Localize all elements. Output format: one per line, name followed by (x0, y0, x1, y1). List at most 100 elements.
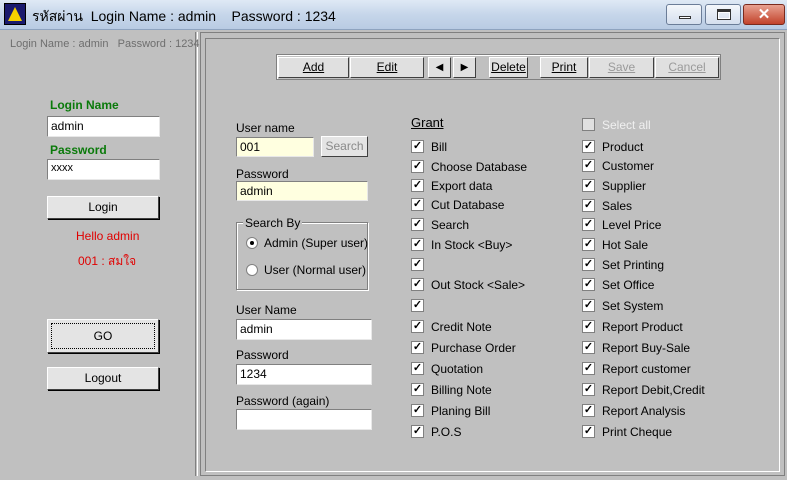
password-label: Password (50, 143, 107, 157)
window-title: รหัสผ่าน Login Name : admin Password : 1… (32, 8, 336, 24)
grant-right-label-3: Sales (602, 199, 633, 213)
grant-left-checkbox-2[interactable]: ✓ (411, 179, 424, 192)
grant-right-label-6: Set Printing (602, 258, 665, 272)
grant-right-checkbox-12[interactable]: ✓ (582, 383, 595, 396)
delete-button[interactable]: Delete (489, 57, 528, 78)
grant-left-checkbox-4[interactable]: ✓ (411, 218, 424, 231)
grant-right-checkbox-14[interactable]: ✓ (582, 425, 595, 438)
grant-right-checkbox-10[interactable]: ✓ (582, 341, 595, 354)
grant-left-checkbox-7[interactable]: ✓ (411, 278, 424, 291)
save-button-label: Save (607, 60, 636, 74)
user-name-label: User name (236, 121, 295, 135)
grant-right-checkbox-4[interactable]: ✓ (582, 218, 595, 231)
edit-button-label: Edit (376, 60, 398, 74)
grant-right-checkbox-7[interactable]: ✓ (582, 278, 595, 291)
grant-left-checkbox-0[interactable]: ✓ (411, 140, 424, 153)
grant-right-label-7: Set Office (602, 278, 655, 292)
radio-admin[interactable] (246, 237, 258, 249)
grant-right-label-5: Hot Sale (602, 238, 649, 252)
password-input[interactable]: xxxx (47, 159, 160, 180)
grant-right-checkbox-6[interactable]: ✓ (582, 258, 595, 271)
current-user-text: 001 : สมใจ (78, 254, 137, 268)
cancel-button[interactable]: Cancel (655, 57, 719, 78)
search-by-group (236, 222, 368, 290)
password-again-input[interactable] (236, 409, 372, 430)
go-button[interactable]: GO (47, 319, 159, 353)
grant-right-checkbox-5[interactable]: ✓ (582, 238, 595, 251)
grant-left-label-4: Search (431, 218, 470, 232)
add-button[interactable]: Add (278, 57, 349, 78)
arrow-left-icon: ◀ (435, 62, 444, 73)
grant-left-checkbox-3[interactable]: ✓ (411, 198, 424, 211)
grant-left-checkbox-12[interactable]: ✓ (411, 383, 424, 396)
delete-button-label: Delete (491, 60, 526, 74)
save-button[interactable]: Save (589, 57, 654, 78)
grant-right-label-10: Report Buy-Sale (602, 341, 691, 355)
grant-left-label-9: Credit Note (431, 320, 492, 334)
password2-input[interactable]: 1234 (236, 364, 372, 385)
add-button-label: Add (302, 60, 325, 74)
grant-right-checkbox-2[interactable]: ✓ (582, 179, 595, 192)
grant-left-checkbox-9[interactable]: ✓ (411, 320, 424, 333)
user-name-input[interactable]: 001 (236, 137, 314, 157)
left-header-status: Login Name : admin Password : 1234 (10, 38, 200, 50)
grant-right-checkbox-1[interactable]: ✓ (582, 159, 595, 172)
radio-admin-label: Admin (Super user) (264, 236, 369, 250)
hello-message: Hello admin (76, 229, 140, 243)
previous-record-button[interactable]: ◀ (428, 57, 451, 78)
login-name-input[interactable]: admin (47, 116, 160, 137)
grant-right-label-14: Print Cheque (602, 425, 673, 439)
print-button[interactable]: Print (540, 57, 588, 78)
grant-left-label-7: Out Stock <Sale> (431, 278, 526, 292)
edit-button[interactable]: Edit (350, 57, 424, 78)
grant-left-checkbox-13[interactable]: ✓ (411, 404, 424, 417)
search-by-title: Search By (243, 216, 303, 230)
print-button-label: Print (551, 60, 577, 74)
grant-left-label-5: In Stock <Buy> (431, 238, 513, 252)
user-name2-input[interactable]: admin (236, 319, 372, 340)
grant-right-checkbox-11[interactable]: ✓ (582, 362, 595, 375)
close-icon: ✕ (757, 6, 771, 23)
grant-left-label-0: Bill (431, 140, 448, 154)
panel-divider[interactable] (195, 32, 198, 476)
close-button[interactable]: ✕ (743, 4, 785, 25)
grant-left-label-10: Purchase Order (431, 341, 516, 355)
minimize-icon (679, 16, 691, 19)
maximize-button[interactable] (705, 4, 741, 25)
grant-right-checkbox-9[interactable]: ✓ (582, 320, 595, 333)
grant-left-label-11: Quotation (431, 362, 484, 376)
search-button[interactable]: Search (321, 136, 368, 157)
grant-left-label-3: Cut Database (431, 198, 505, 212)
login-button[interactable]: Login (47, 196, 159, 219)
grant-right-label-12: Report Debit,Credit (602, 383, 705, 397)
grant-right-label-1: Customer (602, 159, 655, 173)
user-name2-label: User Name (236, 303, 297, 317)
grant-left-checkbox-11[interactable]: ✓ (411, 362, 424, 375)
grant-left-checkbox-8[interactable]: ✓ (411, 299, 424, 312)
grant-left-checkbox-6[interactable]: ✓ (411, 258, 424, 271)
grant-left-checkbox-10[interactable]: ✓ (411, 341, 424, 354)
grant-left-label-12: Billing Note (431, 383, 492, 397)
grant-left-checkbox-14[interactable]: ✓ (411, 425, 424, 438)
grant-right-label-0: Product (602, 140, 644, 154)
radio-user[interactable] (246, 264, 258, 276)
grant-left-checkbox-1[interactable]: ✓ (411, 160, 424, 173)
grant-right-checkbox-8[interactable]: ✓ (582, 299, 595, 312)
password2-label: Password (236, 348, 289, 362)
arrow-right-icon: ▶ (460, 62, 469, 73)
next-record-button[interactable]: ▶ (453, 57, 476, 78)
grant-right-checkbox-13[interactable]: ✓ (582, 404, 595, 417)
grant-left-checkbox-5[interactable]: ✓ (411, 238, 424, 251)
grant-title: Grant (411, 115, 444, 130)
app-logo-icon (4, 3, 26, 25)
password-input-form[interactable]: admin (236, 181, 368, 201)
grant-right-label-11: Report customer (602, 362, 691, 376)
grant-right-checkbox-3[interactable]: ✓ (582, 199, 595, 212)
select-all-checkbox[interactable] (582, 118, 595, 131)
grant-right-label-4: Level Price (602, 218, 662, 232)
minimize-button[interactable] (666, 4, 702, 25)
grant-left-label-2: Export data (431, 179, 493, 193)
grant-right-checkbox-0[interactable]: ✓ (582, 140, 595, 153)
logout-button[interactable]: Logout (47, 367, 159, 390)
grant-right-label-9: Report Product (602, 320, 683, 334)
